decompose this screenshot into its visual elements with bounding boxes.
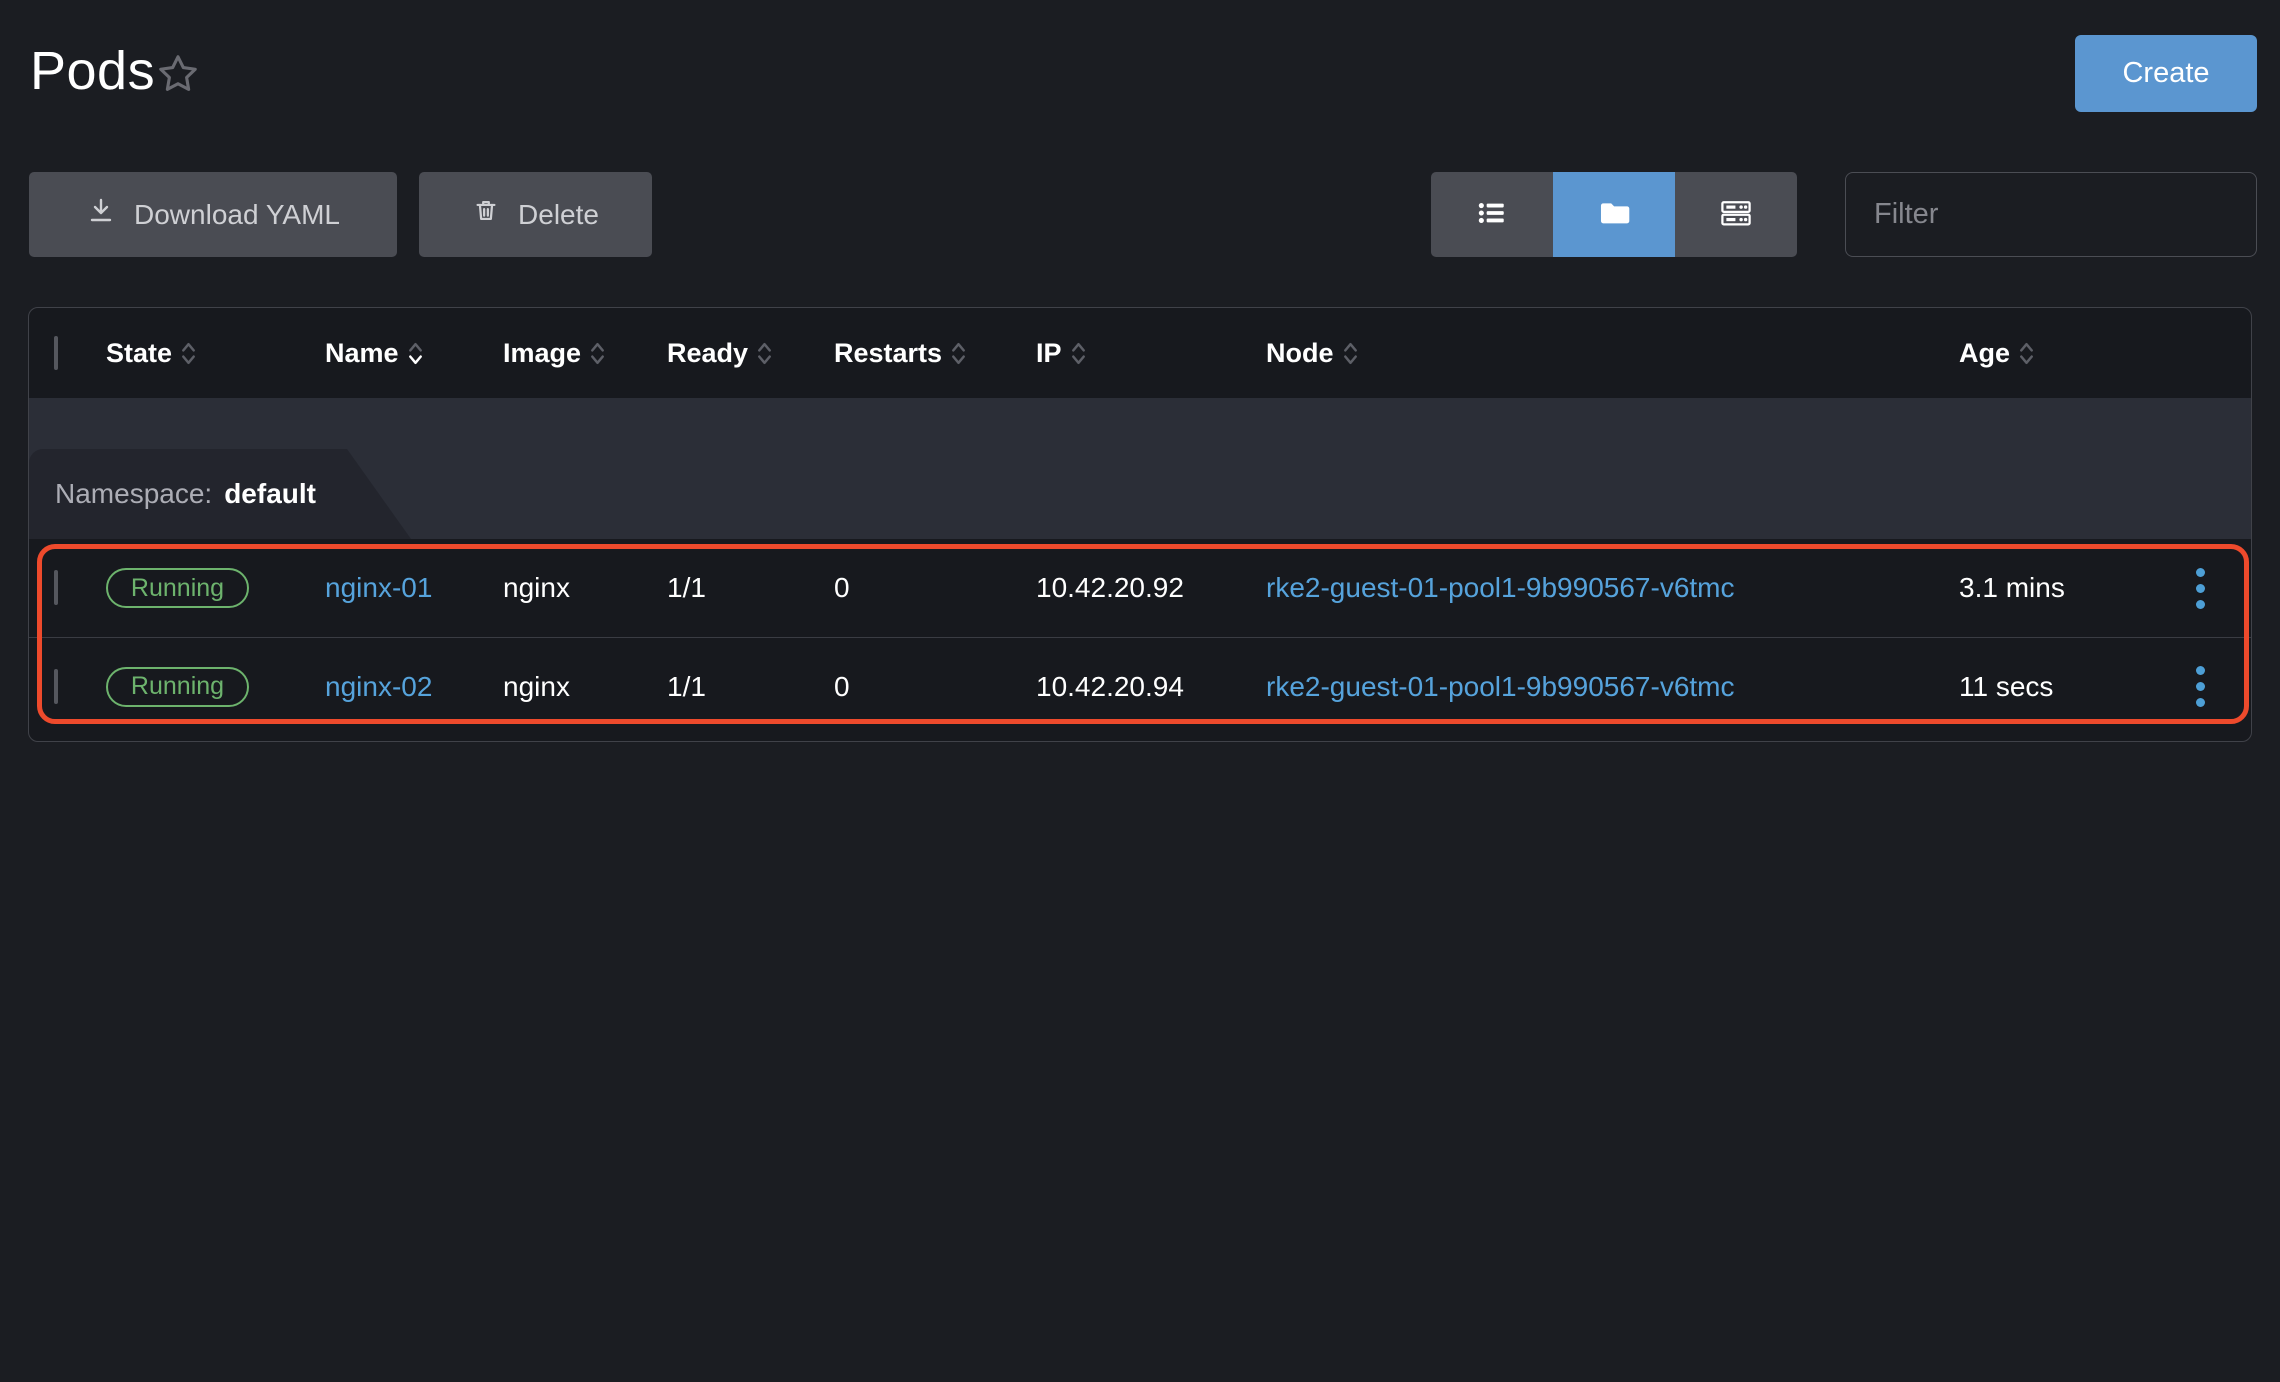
delete-label: Delete <box>518 199 599 231</box>
sort-icon <box>589 340 606 367</box>
page-header: Pods Create <box>0 0 2280 140</box>
view-mode-toggle <box>1431 172 1797 257</box>
ip-cell: 10.42.20.92 <box>1036 572 1266 604</box>
pod-name-link[interactable]: nginx-02 <box>325 671 432 702</box>
row-actions-kebab-icon[interactable] <box>2182 660 2219 713</box>
list-view-icon <box>1476 197 1508 232</box>
flat-view-button[interactable] <box>1675 172 1797 257</box>
sort-icon-active-desc <box>407 340 424 367</box>
column-header-age[interactable]: Age <box>1959 338 2149 369</box>
column-header-state[interactable]: State <box>106 338 325 369</box>
row-checkbox[interactable] <box>54 669 58 704</box>
image-cell: nginx <box>503 572 667 604</box>
sort-icon <box>756 340 773 367</box>
node-link[interactable]: rke2-guest-01-pool1-9b990567-v6tmc <box>1266 572 1735 603</box>
download-yaml-button[interactable]: Download YAML <box>29 172 397 257</box>
image-cell: nginx <box>503 671 667 703</box>
list-view-button[interactable] <box>1431 172 1553 257</box>
select-all-checkbox[interactable] <box>54 336 58 370</box>
pods-page: Pods Create Download YAML Delete <box>0 0 2280 1382</box>
ready-cell: 1/1 <box>667 671 834 703</box>
pod-name-link[interactable]: nginx-01 <box>325 572 432 603</box>
column-header-node[interactable]: Node <box>1266 338 1959 369</box>
restarts-cell: 0 <box>834 572 1036 604</box>
age-cell: 3.1 mins <box>1959 572 2149 604</box>
ip-cell: 10.42.20.94 <box>1036 671 1266 703</box>
node-link[interactable]: rke2-guest-01-pool1-9b990567-v6tmc <box>1266 671 1735 702</box>
namespace-group-label: Namespace: <box>55 478 212 510</box>
table-row: Running nginx-01 nginx 1/1 0 10.42.20.92… <box>29 539 2251 637</box>
age-cell: 11 secs <box>1959 671 2149 703</box>
column-label-name: Name <box>325 338 399 369</box>
column-header-name[interactable]: Name <box>325 338 503 369</box>
sort-icon <box>2018 340 2035 367</box>
ready-cell: 1/1 <box>667 572 834 604</box>
column-label-image: Image <box>503 338 581 369</box>
table-header-row: State Name Image Ready <box>29 308 2251 398</box>
namespace-group-value: default <box>224 478 316 510</box>
download-yaml-label: Download YAML <box>134 199 340 231</box>
filter-input[interactable] <box>1845 172 2257 257</box>
table-body: Running nginx-01 nginx 1/1 0 10.42.20.92… <box>29 539 2251 735</box>
status-badge: Running <box>106 568 249 608</box>
sort-icon <box>1070 340 1087 367</box>
column-label-restarts: Restarts <box>834 338 942 369</box>
namespace-group-band: Namespace: default <box>29 398 2251 539</box>
sort-icon <box>180 340 197 367</box>
delete-button[interactable]: Delete <box>419 172 652 257</box>
trash-icon <box>472 197 500 232</box>
grouped-view-button[interactable] <box>1553 172 1675 257</box>
stacked-rows-icon <box>1719 196 1753 233</box>
toolbar: Download YAML Delete <box>0 172 2280 258</box>
column-label-age: Age <box>1959 338 2010 369</box>
create-button[interactable]: Create <box>2075 35 2257 112</box>
column-label-state: State <box>106 338 172 369</box>
pods-table: State Name Image Ready <box>28 307 2252 742</box>
status-badge: Running <box>106 667 249 707</box>
column-header-ip[interactable]: IP <box>1036 338 1266 369</box>
column-label-node: Node <box>1266 338 1334 369</box>
column-label-ready: Ready <box>667 338 748 369</box>
sort-icon <box>950 340 967 367</box>
column-label-ip: IP <box>1036 338 1062 369</box>
namespace-group-tab: Namespace: default <box>29 449 439 539</box>
row-checkbox[interactable] <box>54 570 58 605</box>
folder-icon <box>1597 196 1631 233</box>
column-header-ready[interactable]: Ready <box>667 338 834 369</box>
page-title: Pods <box>30 40 155 102</box>
table-row: Running nginx-02 nginx 1/1 0 10.42.20.94… <box>29 637 2251 735</box>
restarts-cell: 0 <box>834 671 1036 703</box>
row-actions-kebab-icon[interactable] <box>2182 562 2219 615</box>
download-icon <box>86 196 116 233</box>
column-header-restarts[interactable]: Restarts <box>834 338 1036 369</box>
column-header-image[interactable]: Image <box>503 338 667 369</box>
sort-icon <box>1342 340 1359 367</box>
favorite-star-icon[interactable] <box>156 52 200 96</box>
